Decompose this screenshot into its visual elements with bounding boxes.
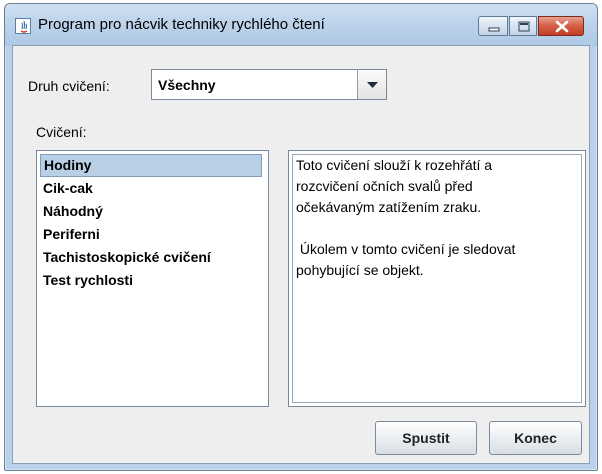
list-item-cik-cak[interactable]: Cik-cak <box>40 177 93 200</box>
title-bar[interactable]: Program pro nácvik techniky rychlého čte… <box>5 4 597 46</box>
run-button[interactable]: Spustit <box>375 421 477 455</box>
description-panel: Toto cvičení slouží k rozehřátí a rozcvi… <box>288 150 586 407</box>
list-item-tachistoskopicke[interactable]: Tachistoskopické cvičení <box>40 246 211 269</box>
java-app-icon[interactable] <box>15 18 31 34</box>
description-line: rozcvičení očních svalů před <box>296 178 473 194</box>
app-window: Program pro nácvik techniky rychlého čte… <box>4 3 598 471</box>
exercises-label: Cvičení: <box>36 124 87 140</box>
maximize-icon <box>518 21 530 32</box>
chevron-down-icon <box>367 82 378 88</box>
description-line: očekávaným zatížením zraku. <box>296 199 482 215</box>
description-line: pohybující se objekt. <box>296 262 424 278</box>
exercise-list[interactable]: Hodiny Cik-cak Náhodný Periferni Tachist… <box>36 150 269 407</box>
list-item-nahodny[interactable]: Náhodný <box>40 200 103 223</box>
description-line: Úkolem v tomto cvičení je sledovat <box>296 241 516 257</box>
dropdown-button[interactable] <box>357 70 386 99</box>
list-item-test-rychlosti[interactable]: Test rychlosti <box>40 269 133 292</box>
exercise-type-label: Druh cvičení: <box>28 78 110 94</box>
close-button[interactable] <box>538 16 584 36</box>
list-item-periferni[interactable]: Periferni <box>40 223 100 246</box>
main-panel: Druh cvičení: Všechny Cvičení: Hodiny Ci… <box>12 45 590 464</box>
end-button[interactable]: Konec <box>489 421 582 455</box>
close-icon <box>555 20 569 33</box>
maximize-button[interactable] <box>509 16 537 36</box>
minimize-button[interactable] <box>478 16 508 36</box>
minimize-icon <box>488 27 500 32</box>
description-text[interactable]: Toto cvičení slouží k rozehřátí a rozcvi… <box>292 154 582 403</box>
window-title: Program pro nácvik techniky rychlého čte… <box>38 16 325 33</box>
list-item-hodiny[interactable]: Hodiny <box>40 154 262 177</box>
description-line: Toto cvičení slouží k rozehřátí a <box>296 157 493 173</box>
exercise-type-value: Všechny <box>158 77 216 93</box>
exercise-type-select[interactable]: Všechny <box>151 69 387 100</box>
